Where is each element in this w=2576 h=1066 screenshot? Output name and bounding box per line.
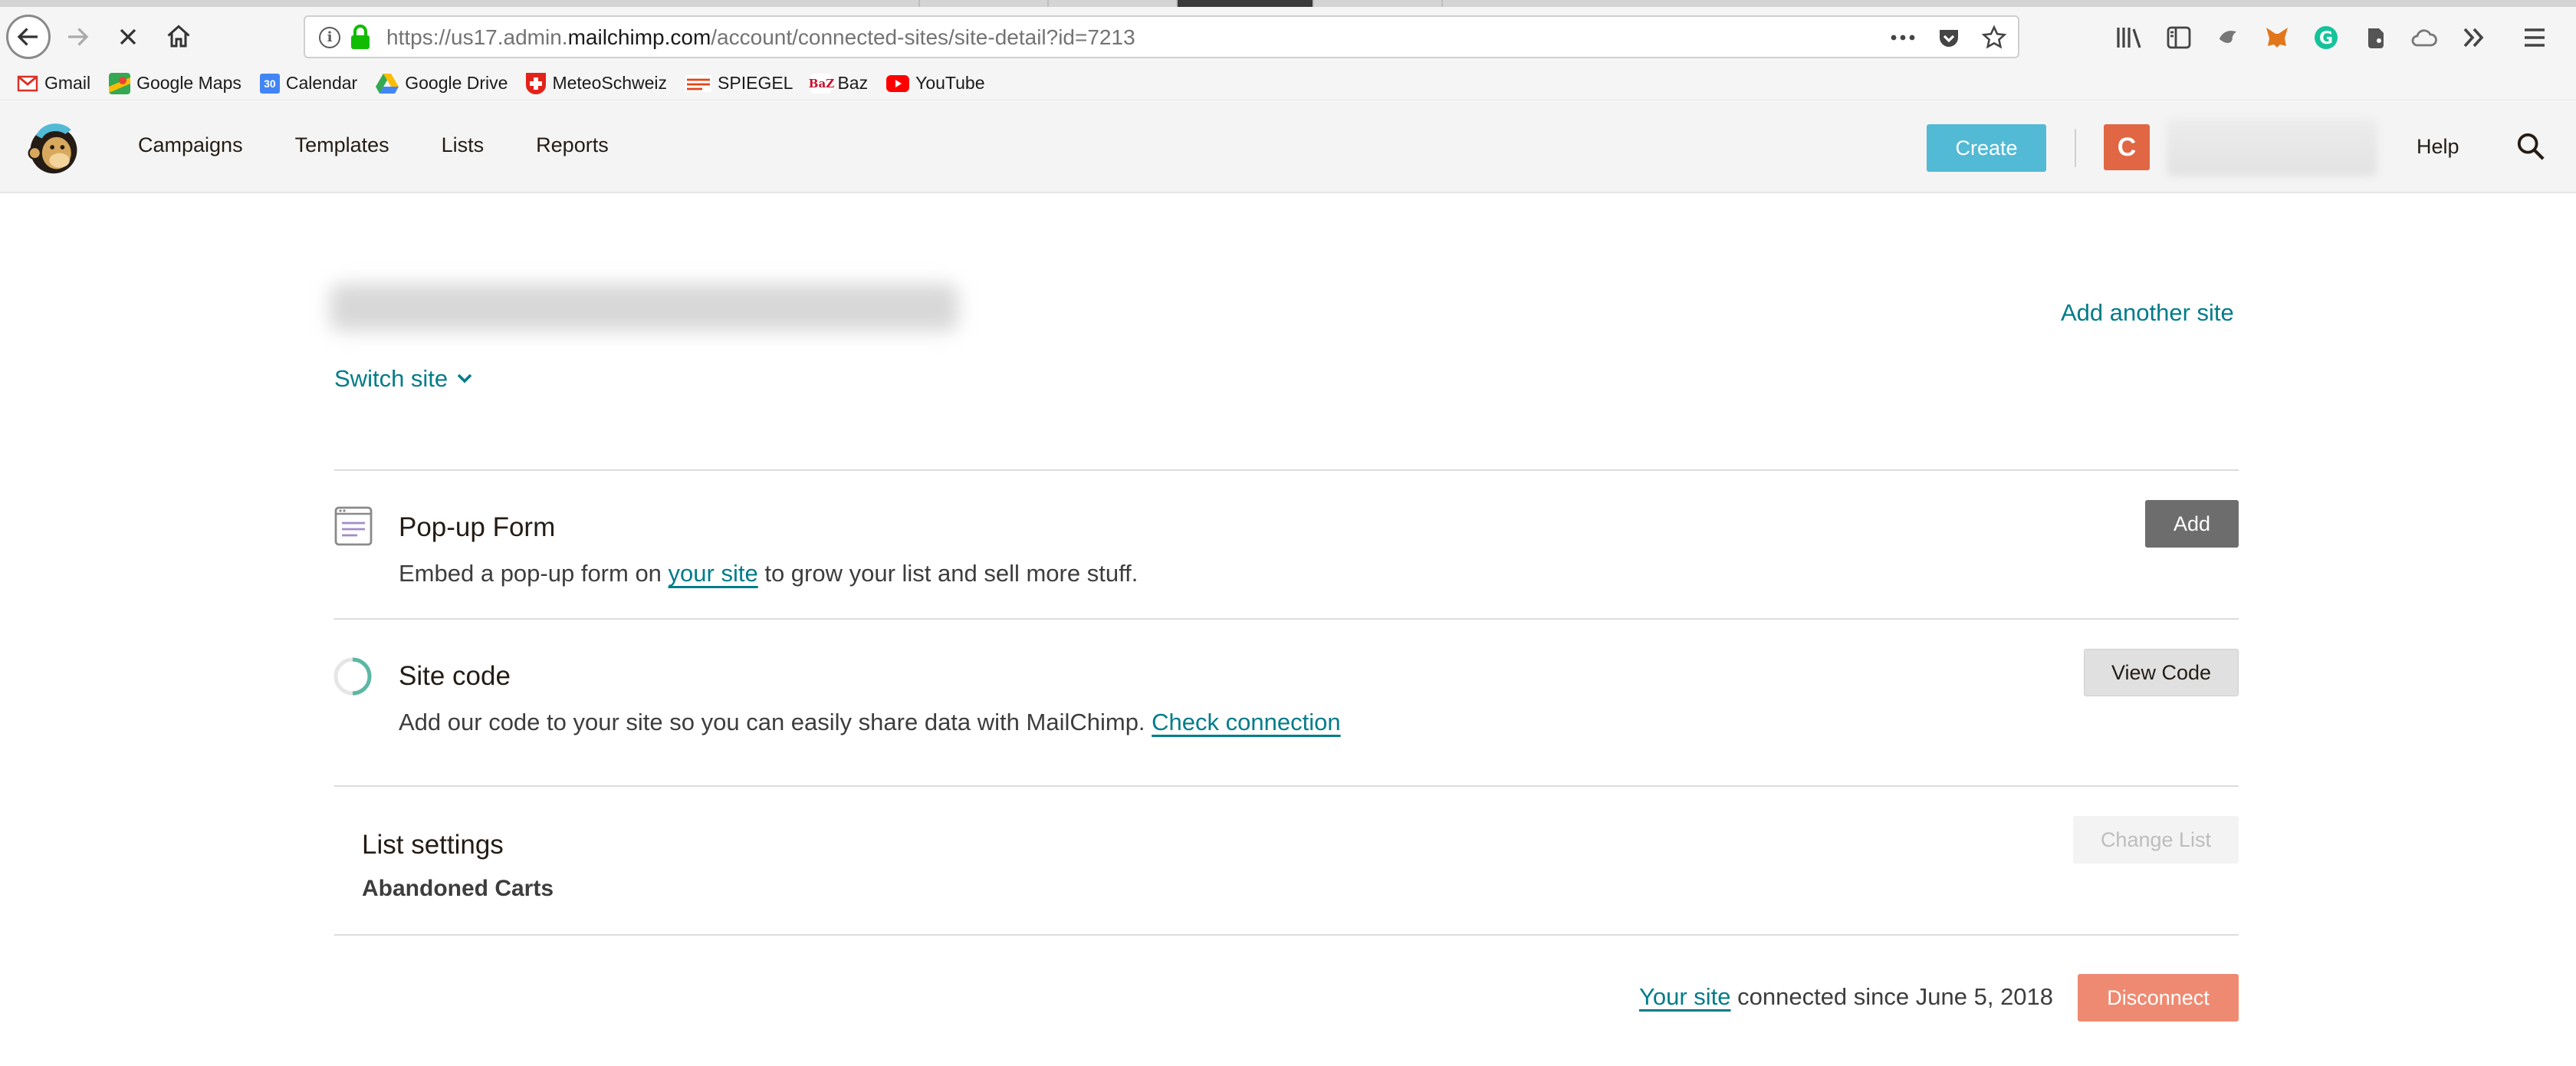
bookmark-meteoschweiz[interactable]: MeteoSchweiz <box>526 72 667 94</box>
youtube-icon <box>886 74 910 92</box>
grammarly-icon[interactable]: G <box>2312 24 2340 51</box>
switch-site-label: Switch site <box>334 365 449 392</box>
main-nav: Campaigns Templates Lists Reports <box>138 133 609 157</box>
home-button[interactable] <box>156 15 201 59</box>
section-divider <box>334 934 2239 936</box>
your-site-link[interactable]: your site <box>669 560 758 587</box>
check-connection-link[interactable]: Check connection <box>1152 709 1340 735</box>
popup-form-description: Embed a pop-up form on your site to grow… <box>399 560 1138 587</box>
cloud-sync-icon[interactable] <box>2410 24 2438 51</box>
change-list-button[interactable]: Change List <box>2073 816 2239 864</box>
close-icon <box>120 28 136 45</box>
bookmarks-bar: Gmail Google Maps 30 Calendar Google Dri… <box>0 67 2576 100</box>
bookmark-spiegel[interactable]: SPIEGEL <box>685 73 793 94</box>
loading-spinner-icon <box>334 657 372 696</box>
back-button[interactable] <box>6 15 51 59</box>
bookmark-youtube[interactable]: YouTube <box>886 73 985 94</box>
drive-icon <box>376 73 399 94</box>
forward-button[interactable] <box>55 15 100 59</box>
list-settings-title: List settings <box>362 830 504 860</box>
browser-tab[interactable] <box>918 0 1047 7</box>
avatar[interactable]: C <box>2104 124 2150 170</box>
nav-templates[interactable]: Templates <box>295 133 389 157</box>
site-name-redacted <box>330 284 958 331</box>
disconnect-button[interactable]: Disconnect <box>2078 974 2239 1022</box>
add-another-site-link[interactable]: Add another site <box>2061 299 2234 327</box>
bookmark-star-icon[interactable] <box>1981 25 2007 51</box>
overflow-chevrons-icon[interactable] <box>2459 24 2487 51</box>
swiss-flag-icon <box>526 72 547 94</box>
bookmark-baz[interactable]: BaZ Baz <box>809 73 868 94</box>
app-header: Campaigns Templates Lists Reports Create… <box>0 101 2576 193</box>
back-arrow-icon <box>17 28 38 46</box>
your-site-link[interactable]: Your site <box>1639 983 1731 1010</box>
site-code-description: Add our code to your site so you can eas… <box>399 709 1341 735</box>
switch-site-dropdown[interactable]: Switch site <box>334 365 472 393</box>
nav-campaigns[interactable]: Campaigns <box>138 133 243 157</box>
url-text[interactable]: https://us17.admin.mailchimp.com/account… <box>386 25 1135 50</box>
header-divider <box>2075 129 2076 167</box>
view-code-button[interactable]: View Code <box>2084 649 2239 696</box>
nav-reports[interactable]: Reports <box>536 133 609 157</box>
info-icon[interactable]: i <box>319 27 340 48</box>
stop-button[interactable] <box>106 15 150 59</box>
browser-tab[interactable] <box>1441 0 1570 7</box>
svg-text:G: G <box>2319 29 2333 48</box>
more-actions-icon[interactable] <box>1889 25 1917 50</box>
hamburger-menu-icon[interactable] <box>2521 24 2548 51</box>
tab-strip <box>0 0 2576 7</box>
extension-bird-icon[interactable] <box>2214 24 2242 51</box>
browser-tab[interactable] <box>1047 0 1176 7</box>
sidebar-icon[interactable] <box>2165 24 2193 51</box>
add-popup-button[interactable]: Add <box>2145 500 2239 548</box>
evernote-icon[interactable] <box>2361 24 2389 51</box>
metamask-fox-icon[interactable] <box>2263 24 2291 51</box>
library-icon[interactable] <box>2116 24 2144 51</box>
bookmark-gmail[interactable]: Gmail <box>17 73 90 94</box>
form-icon <box>334 506 373 546</box>
pocket-icon[interactable] <box>1937 25 1961 50</box>
account-name-redacted[interactable] <box>2167 118 2377 176</box>
bookmark-google-drive[interactable]: Google Drive <box>376 73 508 94</box>
forward-arrow-icon <box>68 28 89 46</box>
search-icon[interactable] <box>2516 132 2545 161</box>
spiegel-icon <box>685 74 712 92</box>
bookmark-google-maps[interactable]: Google Maps <box>109 72 242 94</box>
browser-toolbar: i https://us17.admin.mailchimp.com/accou… <box>0 7 2576 67</box>
connection-status: Your site connected since June 5, 2018 <box>1639 983 2054 1010</box>
help-link[interactable]: Help <box>2417 135 2459 159</box>
calendar-icon: 30 <box>259 73 280 94</box>
list-name: Abandoned Carts <box>362 876 554 901</box>
address-bar[interactable]: i https://us17.admin.mailchimp.com/accou… <box>304 15 2019 58</box>
lock-icon[interactable] <box>350 25 371 51</box>
section-divider <box>334 618 2239 620</box>
popup-form-title: Pop-up Form <box>399 512 556 542</box>
freddie-logo-icon[interactable] <box>25 118 83 176</box>
chevron-down-icon <box>457 373 472 383</box>
maps-icon <box>109 72 131 94</box>
site-code-title: Site code <box>399 661 511 691</box>
browser-tab-active[interactable] <box>1176 0 1313 7</box>
section-divider <box>334 469 2239 471</box>
create-button[interactable]: Create <box>1927 124 2046 172</box>
nav-lists[interactable]: Lists <box>442 133 485 157</box>
browser-tab[interactable] <box>1313 0 1441 7</box>
home-icon <box>167 25 190 48</box>
baz-icon: BaZ <box>809 73 834 94</box>
bookmark-calendar[interactable]: 30 Calendar <box>259 73 357 94</box>
gmail-icon <box>17 75 38 91</box>
section-divider <box>334 785 2239 787</box>
